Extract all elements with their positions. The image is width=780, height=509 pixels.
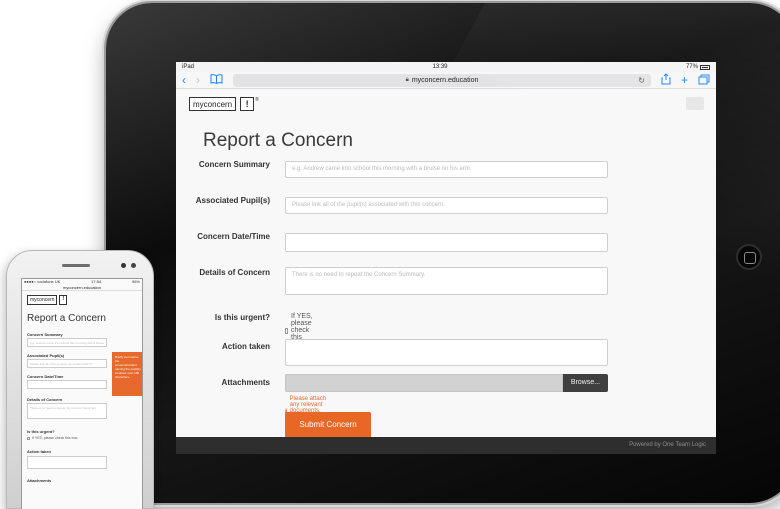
urgent-checkbox[interactable] <box>285 327 289 334</box>
datetime-input[interactable] <box>285 233 608 252</box>
phone-action-textarea[interactable] <box>27 456 107 469</box>
phone-pupils-label: Associated Pupil(s) <box>27 353 65 358</box>
phone-sensor <box>131 263 136 268</box>
phone-screen: ●●●●○ vodafone UK 17:54 96% myconcern.ed… <box>21 278 143 509</box>
pupils-input[interactable]: Please link all of the pupil(s) associat… <box>285 197 608 214</box>
device-mockup: iPad 13:39 77% ‹ › 🔒︎ myconcern.educatio… <box>0 0 780 509</box>
new-tab-icon[interactable]: + <box>681 74 688 86</box>
reload-icon[interactable]: ↻ <box>638 76 645 85</box>
summary-label: Concern Summary <box>198 160 270 169</box>
phone-attachments-label: Attachments <box>27 478 52 483</box>
details-label: Details of Concern <box>199 268 270 277</box>
phone-datetime-input[interactable] <box>27 380 107 389</box>
phone-details-label: Details of Concern <box>27 397 63 402</box>
attachments-label: Attachments <box>221 378 270 387</box>
datetime-label: Concern Date/Time <box>197 232 270 241</box>
ipad-home-button <box>736 244 762 270</box>
phone-summary-label: Concern Summary <box>27 332 63 337</box>
forward-icon[interactable]: › <box>196 74 200 86</box>
logo-registered: ® <box>255 97 259 103</box>
logo-mark: ! <box>240 97 255 111</box>
phone-battery: 96% <box>131 279 140 284</box>
address-url: myconcern.education <box>411 76 479 84</box>
details-textarea[interactable]: There is no need to repeat the Concern S… <box>285 267 608 295</box>
phone-carrier: ●●●●○ vodafone UK <box>24 279 61 284</box>
pupils-label: Associated Pupil(s) <box>195 196 270 205</box>
address-bar[interactable]: 🔒︎ myconcern.education ↻ <box>233 73 651 87</box>
phone-logo-wordmark: myconcern <box>27 295 58 305</box>
phone-urgent-checkbox[interactable] <box>27 436 30 440</box>
phone-datetime-label: Concern Date/Time <box>27 374 64 379</box>
status-battery: 77% <box>685 64 698 70</box>
phone-urgent-check[interactable]: If YES, please check this box. <box>27 436 78 440</box>
safari-toolbar: ‹ › 🔒︎ myconcern.education ↻ + <box>176 72 716 89</box>
submit-concern-button[interactable]: Submit Concern <box>285 412 371 438</box>
web-page: myconcern ! ® Report a Concern Concern S… <box>176 89 716 444</box>
back-icon[interactable]: ‹ <box>182 74 186 86</box>
lock-icon: 🔒︎ <box>405 76 409 83</box>
share-icon[interactable] <box>661 73 671 87</box>
phone-address-bar[interactable]: myconcern.education <box>22 285 142 291</box>
phone-urgent-text: If YES, please check this box. <box>32 436 79 440</box>
bookmarks-icon[interactable] <box>210 74 223 86</box>
phone-summary-tooltip: Briefly summarise the concern/incident n… <box>112 352 142 396</box>
phone-logo-mark: ! <box>59 295 68 305</box>
phone-speaker <box>62 264 90 267</box>
phone-pupils-input[interactable]: Please link all of the pupil(s) associat… <box>27 359 107 368</box>
menu-button[interactable] <box>686 97 704 110</box>
summary-input[interactable]: e.g. Andrew came into school this mornin… <box>285 161 608 178</box>
action-label: Action taken <box>221 342 270 351</box>
phone-urgent-label: Is this urgent? <box>27 429 55 434</box>
phone-logo[interactable]: myconcern ! <box>27 295 68 305</box>
phone-summary-input[interactable]: e.g. Andrew came into school this mornin… <box>27 338 107 347</box>
phone-frame: ●●●●○ vodafone UK 17:54 96% myconcern.ed… <box>6 250 154 509</box>
status-time: 13:39 <box>432 64 448 70</box>
phone-page-title: Report a Concern <box>27 313 106 324</box>
attachments-file-field[interactable] <box>285 374 563 392</box>
phone-camera <box>121 263 126 268</box>
page-title: Report a Concern <box>203 130 353 151</box>
battery-icon <box>699 64 710 70</box>
status-bar: iPad 13:39 77% <box>176 62 716 72</box>
logo-wordmark: myconcern <box>189 97 237 111</box>
browse-button[interactable]: Browse... <box>563 374 608 392</box>
page-footer: Powered by One Team Logic <box>176 437 716 454</box>
phone-details-textarea[interactable]: There is no need to repeat the Concern S… <box>27 403 107 419</box>
action-textarea[interactable] <box>285 339 608 366</box>
status-carrier: iPad <box>182 64 195 70</box>
tabs-icon[interactable] <box>698 74 710 87</box>
ipad-screen: iPad 13:39 77% ‹ › 🔒︎ myconcern.educatio… <box>176 62 716 454</box>
urgent-label: Is this urgent? <box>214 313 270 322</box>
myconcern-logo[interactable]: myconcern ! ® <box>189 97 259 111</box>
phone-action-label: Action taken <box>27 449 52 454</box>
